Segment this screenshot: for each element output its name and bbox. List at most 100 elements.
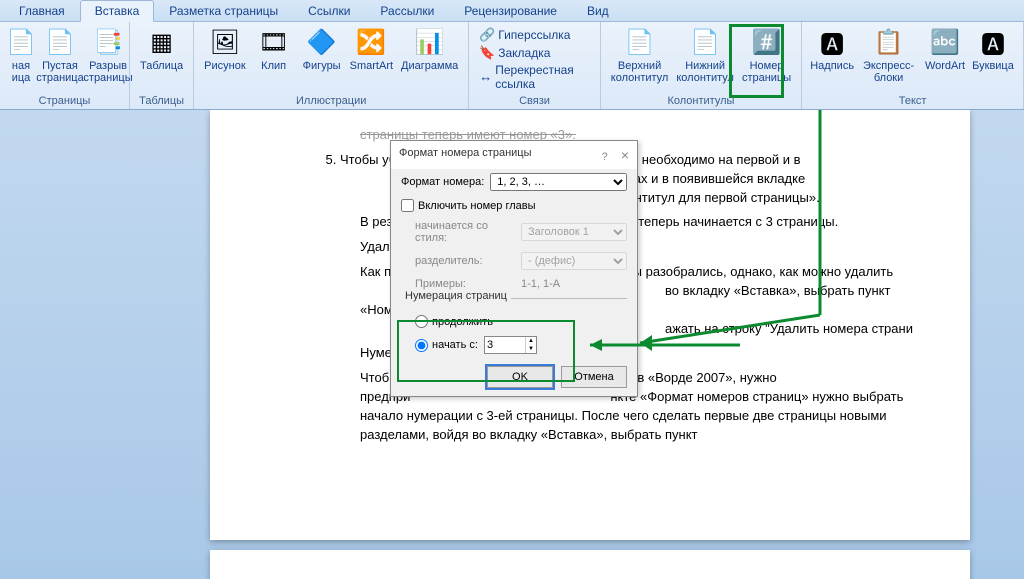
picture-button[interactable]: 🖼 Рисунок	[200, 24, 250, 74]
quickparts-icon: 📋	[873, 26, 905, 58]
pagenumber-label: Номер страницы	[742, 60, 791, 84]
dropcap-button[interactable]: 🅰 Буквица	[969, 24, 1017, 74]
blank-page-button[interactable]: 📄 Пустая страница	[36, 24, 84, 86]
hyperlink-button[interactable]: 🔗Гиперссылка	[475, 26, 574, 44]
continue-label: продолжить	[432, 316, 493, 328]
cover-page-label: ная ица	[12, 60, 31, 84]
group-tables: ▦ Таблица Таблицы	[130, 22, 194, 109]
tab-layout[interactable]: Разметка страницы	[154, 0, 293, 21]
tab-review[interactable]: Рецензирование	[449, 0, 572, 21]
spin-down-icon[interactable]: ▼	[526, 345, 536, 353]
header-label: Верхний колонтитул	[611, 60, 669, 84]
shapes-button[interactable]: 🔷Фигуры	[298, 24, 346, 74]
start-at-input[interactable]	[485, 337, 525, 353]
group-tables-label: Таблицы	[136, 94, 187, 108]
cancel-button[interactable]: Отмена	[561, 366, 627, 388]
footer-label: Нижний колонтитул	[676, 60, 734, 84]
tab-home[interactable]: Главная	[4, 0, 80, 21]
quickparts-label: Экспресс-блоки	[860, 60, 917, 84]
page-icon: 📄	[5, 26, 37, 58]
examples-label: Примеры:	[415, 278, 515, 290]
group-illus-label: Иллюстрации	[200, 94, 462, 108]
ok-button[interactable]: OK	[487, 366, 553, 388]
picture-label: Рисунок	[204, 60, 246, 72]
picture-icon: 🖼	[209, 26, 241, 58]
smartart-label: SmartArt	[350, 60, 393, 72]
start-at-spinner[interactable]: ▲▼	[484, 336, 537, 354]
group-pages-label: Страницы	[6, 94, 123, 108]
document-page-next	[210, 550, 970, 579]
bookmark-label: Закладка	[498, 46, 550, 60]
smartart-icon: 🔀	[355, 26, 387, 58]
dialog-titlebar[interactable]: Формат номера страницы ? ×	[391, 141, 637, 169]
number-format-select[interactable]: 1, 2, 3, …	[490, 173, 627, 191]
group-text: 🅰 Надпись 📋Экспресс-блоки 🔤 WordArt 🅰 Букви…	[802, 22, 1024, 109]
table-icon: ▦	[146, 26, 178, 58]
wordart-button[interactable]: 🔤 WordArt	[921, 24, 969, 74]
clip-icon: 🎞	[258, 26, 290, 58]
bookmark-button[interactable]: 🔖Закладка	[475, 44, 554, 62]
bookmark-icon: 🔖	[479, 45, 495, 61]
wordart-label: WordArt	[925, 60, 965, 72]
arrow-annotation-2	[580, 335, 750, 355]
header-button[interactable]: 📄Верхний колонтитул	[607, 24, 673, 86]
group-illustrations: 🖼 Рисунок 🎞 Клип 🔷Фигуры 🔀 SmartArt 📊 Диагра…	[194, 22, 469, 109]
textbox-icon: 🅰	[816, 26, 848, 58]
spin-up-icon[interactable]: ▲	[526, 337, 536, 345]
group-pages: 📄 ная ица 📄 Пустая страница 📑 Разрыв стр…	[0, 22, 130, 109]
tab-mailings[interactable]: Рассылки	[365, 0, 449, 21]
workspace: страницы теперь имеют номер «3». Чтобы у…	[0, 110, 1024, 579]
hyperlink-icon: 🔗	[479, 27, 495, 43]
blank-page-label: Пустая страница	[36, 60, 83, 84]
chart-button[interactable]: 📊 Диаграмма	[397, 24, 462, 74]
include-chapter-checkbox[interactable]	[401, 199, 414, 212]
separator-select: - (дефис)	[521, 252, 627, 270]
blank-page-icon: 📄	[44, 26, 76, 58]
page-break-label: Разрыв страницы	[83, 60, 132, 84]
crossref-icon: ↔	[479, 69, 492, 85]
textbox-label: Надпись	[810, 60, 854, 72]
group-links-label: Связи	[475, 94, 594, 108]
pagenumber-button[interactable]: #️⃣Номер страницы	[738, 24, 795, 86]
pagenumber-icon: #️⃣	[751, 26, 783, 58]
group-text-label: Текст	[808, 94, 1017, 108]
table-label: Таблица	[140, 60, 183, 72]
chart-icon: 📊	[414, 26, 446, 58]
shapes-icon: 🔷	[306, 26, 338, 58]
table-button[interactable]: ▦ Таблица	[136, 24, 187, 74]
quickparts-button[interactable]: 📋Экспресс-блоки	[856, 24, 921, 86]
include-chapter-label: Включить номер главы	[418, 200, 536, 212]
continue-radio[interactable]	[415, 315, 428, 328]
clip-label: Клип	[261, 60, 286, 72]
textbox-button[interactable]: 🅰 Надпись	[808, 24, 856, 74]
dialog-help-icon[interactable]: ?	[602, 151, 608, 163]
page-break-button[interactable]: 📑 Разрыв страницы	[84, 24, 132, 86]
numbering-caption: Нумерация страниц	[401, 290, 511, 302]
dialog-title: Формат номера страницы	[399, 147, 532, 163]
page-number-format-dialog: Формат номера страницы ? × Формат номера…	[390, 140, 638, 397]
clip-button[interactable]: 🎞 Клип	[250, 24, 298, 74]
cover-page-button[interactable]: 📄 ная ица	[6, 24, 36, 86]
starts-style-select: Заголовок 1	[521, 223, 627, 241]
number-format-label: Формат номера:	[401, 176, 484, 188]
tab-insert[interactable]: Вставка	[80, 0, 155, 22]
dropcap-label: Буквица	[972, 60, 1014, 72]
hyperlink-label: Гиперссылка	[498, 28, 570, 42]
group-headerfooter: 📄Верхний колонтитул 📄Нижний колонтитул #…	[601, 22, 802, 109]
chart-label: Диаграмма	[401, 60, 458, 72]
header-icon: 📄	[624, 26, 656, 58]
dropcap-icon: 🅰	[977, 26, 1009, 58]
ribbon: 📄 ная ица 📄 Пустая страница 📑 Разрыв стр…	[0, 22, 1024, 110]
footer-icon: 📄	[689, 26, 721, 58]
smartart-button[interactable]: 🔀 SmartArt	[346, 24, 397, 74]
start-at-radio[interactable]	[415, 339, 428, 352]
crossref-button[interactable]: ↔Перекрестная ссылка	[475, 62, 594, 92]
group-hf-label: Колонтитулы	[607, 94, 795, 108]
arrow-annotation-1	[620, 110, 840, 355]
tab-references[interactable]: Ссылки	[293, 0, 365, 21]
starts-style-label: начинается со стиля:	[415, 220, 515, 244]
tab-view[interactable]: Вид	[572, 0, 624, 21]
footer-button[interactable]: 📄Нижний колонтитул	[672, 24, 738, 86]
wordart-icon: 🔤	[929, 26, 961, 58]
separator-label: разделитель:	[415, 255, 515, 267]
